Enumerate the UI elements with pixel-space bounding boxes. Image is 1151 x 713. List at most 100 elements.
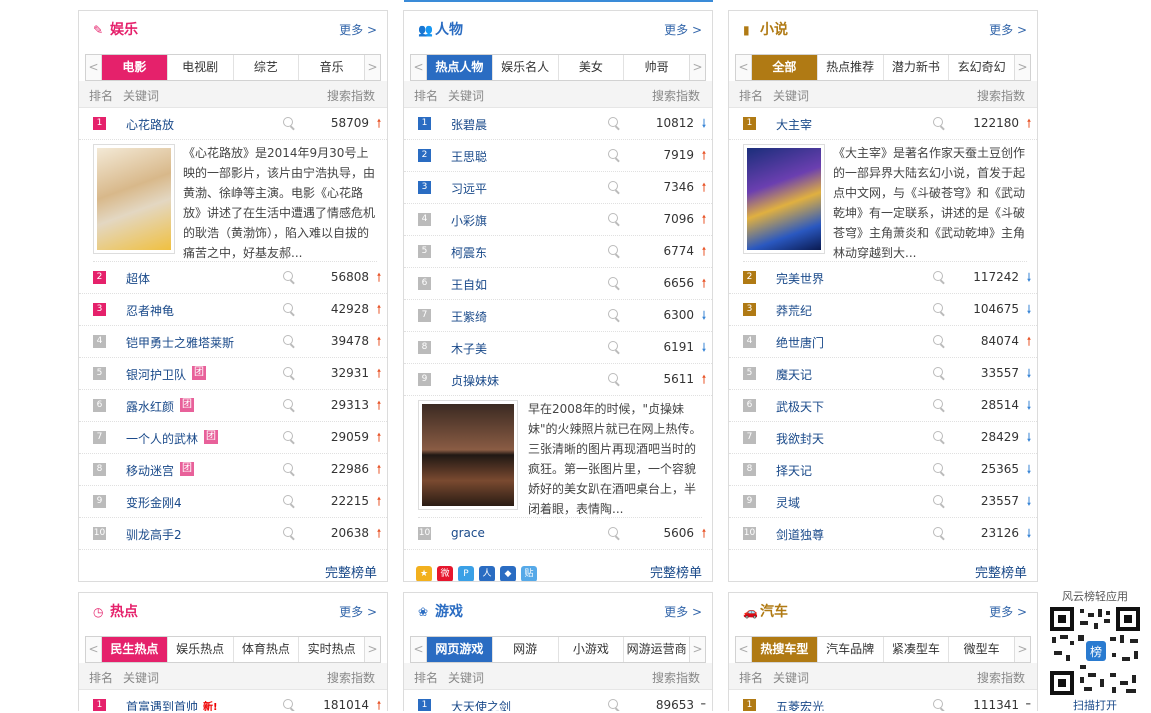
tab-3[interactable]: 微型车 (949, 637, 1014, 662)
keyword-link[interactable]: 铠甲勇士之雅塔莱斯 (126, 334, 234, 351)
qzone-icon[interactable]: ★ (416, 566, 432, 581)
tab-1[interactable]: 电视剧 (168, 55, 234, 80)
baidu-icon[interactable]: ◆ (500, 566, 516, 581)
list-row[interactable]: 4 小彩旗 7096 🠑 (404, 204, 712, 236)
keyword-link[interactable]: 心花路放 (126, 116, 174, 133)
list-row[interactable]: 5 魔天记 33557 🠓 (729, 358, 1037, 390)
list-row[interactable]: 9 灵域 23557 🠓 (729, 486, 1037, 518)
tab-1[interactable]: 娱乐热点 (168, 637, 234, 662)
search-icon[interactable] (933, 399, 943, 409)
keyword-link[interactable]: 剑道独尊 (776, 526, 824, 543)
tab-next-arrow[interactable]: > (1014, 637, 1030, 662)
detail-thumbnail[interactable] (743, 144, 825, 254)
search-icon[interactable] (608, 213, 618, 223)
keyword-link[interactable]: 柯震东 (451, 244, 487, 261)
tab-1[interactable]: 网游 (493, 637, 559, 662)
search-icon[interactable] (283, 303, 293, 313)
keyword-link[interactable]: 武极天下 (776, 398, 824, 415)
tab-1[interactable]: 娱乐名人 (493, 55, 559, 80)
detail-thumbnail[interactable] (93, 144, 175, 254)
keyword-link[interactable]: 大主宰 (776, 116, 812, 133)
tab-0[interactable]: 民生热点 (102, 637, 168, 662)
search-icon[interactable] (283, 527, 293, 537)
keyword-link[interactable]: 贞操妹妹 (451, 372, 499, 389)
list-row[interactable]: 6 王自如 6656 🠑 (404, 268, 712, 300)
list-row[interactable]: 1 大天使之剑 89653– (404, 690, 712, 711)
keyword-link[interactable]: 王自如 (451, 276, 487, 293)
tab-next-arrow[interactable]: > (364, 637, 380, 662)
list-row[interactable]: 9 变形金刚4 22215 🠑 (79, 486, 387, 518)
search-icon[interactable] (933, 527, 943, 537)
keyword-link[interactable]: 大天使之剑 (451, 698, 511, 711)
keyword-link[interactable]: 完美世界 (776, 270, 824, 287)
list-row[interactable]: 8 木子美 6191 🠓 (404, 332, 712, 364)
copy-link-icon[interactable]: 贴 (521, 566, 537, 581)
weibo-icon[interactable]: 微 (437, 566, 453, 581)
search-icon[interactable] (608, 181, 618, 191)
list-row[interactable]: 3 忍者神龟 42928 🠑 (79, 294, 387, 326)
more-link[interactable]: 更多 > (339, 603, 377, 620)
keyword-link[interactable]: grace (451, 526, 485, 540)
full-list-link[interactable]: 完整榜单 (975, 562, 1027, 581)
list-row[interactable]: 1 五菱宏光 111341– (729, 690, 1037, 711)
search-icon[interactable] (933, 367, 943, 377)
keyword-link[interactable]: 择天记 (776, 462, 812, 479)
search-icon[interactable] (933, 699, 943, 709)
more-link[interactable]: 更多 > (989, 21, 1027, 38)
tencent-weibo-icon[interactable]: P (458, 566, 474, 581)
list-row[interactable]: 8 择天记 25365 🠓 (729, 454, 1037, 486)
keyword-link[interactable]: 忍者神龟 (126, 302, 174, 319)
renren-icon[interactable]: 人 (479, 566, 495, 581)
keyword-link[interactable]: 绝世唐门 (776, 334, 824, 351)
keyword-link[interactable]: 王思聪 (451, 148, 487, 165)
tab-prev-arrow[interactable]: < (86, 637, 102, 662)
keyword-link[interactable]: 露水红颜 (126, 398, 174, 415)
keyword-link[interactable]: 木子美 (451, 340, 487, 357)
tab-2[interactable]: 体育热点 (234, 637, 300, 662)
tab-2[interactable]: 小游戏 (559, 637, 625, 662)
search-icon[interactable] (608, 309, 618, 319)
search-icon[interactable] (933, 463, 943, 473)
keyword-link[interactable]: 小彩旗 (451, 212, 487, 229)
keyword-link[interactable]: 五菱宏光 (776, 698, 824, 711)
qr-code[interactable]: 榜 (1050, 607, 1140, 695)
list-row[interactable]: 6 武极天下 28514 🠓 (729, 390, 1037, 422)
detail-thumbnail[interactable] (418, 400, 518, 510)
search-icon[interactable] (608, 373, 618, 383)
keyword-link[interactable]: 灵域 (776, 494, 800, 511)
search-icon[interactable] (283, 463, 293, 473)
list-row[interactable]: 4 铠甲勇士之雅塔莱斯 39478 🠑 (79, 326, 387, 358)
list-row[interactable]: 10 剑道独尊 23126 🠓 (729, 518, 1037, 550)
full-list-link[interactable]: 完整榜单 (325, 562, 377, 581)
group-buy-tag[interactable]: 团 (180, 398, 195, 412)
keyword-link[interactable]: 一个人的武林 (126, 430, 198, 447)
search-icon[interactable] (283, 367, 293, 377)
list-row[interactable]: 5 柯震东 6774 🠑 (404, 236, 712, 268)
tab-3[interactable]: 网游运营商 (624, 637, 689, 662)
keyword-link[interactable]: 习远平 (451, 180, 487, 197)
list-row[interactable]: 9 贞操妹妹 5611 🠑 (404, 364, 712, 396)
search-icon[interactable] (608, 527, 618, 537)
search-icon[interactable] (283, 699, 293, 709)
list-row[interactable]: 7 王紫绮 6300 🠓 (404, 300, 712, 332)
tab-0[interactable]: 网页游戏 (427, 637, 493, 662)
list-row[interactable]: 3 莽荒纪 104675 🠓 (729, 294, 1037, 326)
list-row[interactable]: 4 绝世唐门 84074 🠑 (729, 326, 1037, 358)
list-row[interactable]: 1 大主宰 122180 🠑 (729, 108, 1037, 140)
list-row[interactable]: 3 习远平 7346 🠑 (404, 172, 712, 204)
tab-1[interactable]: 汽车品牌 (818, 637, 884, 662)
tab-0[interactable]: 电影 (102, 55, 168, 80)
list-row[interactable]: 5 银河护卫队团 32931 🠑 (79, 358, 387, 390)
keyword-link[interactable]: 银河护卫队 (126, 366, 186, 383)
list-row[interactable]: 7 一个人的武林团 29059 🠑 (79, 422, 387, 454)
group-buy-tag[interactable]: 团 (192, 366, 207, 380)
tab-2[interactable]: 潜力新书 (884, 55, 950, 80)
more-link[interactable]: 更多 > (664, 21, 702, 38)
search-icon[interactable] (933, 431, 943, 441)
keyword-link[interactable]: 驯龙高手2 (126, 526, 182, 543)
tab-2[interactable]: 美女 (559, 55, 625, 80)
group-buy-tag[interactable]: 团 (204, 430, 219, 444)
tab-prev-arrow[interactable]: < (411, 55, 427, 80)
search-icon[interactable] (608, 117, 618, 127)
list-row[interactable]: 10 grace 5606 🠑 (404, 518, 712, 550)
